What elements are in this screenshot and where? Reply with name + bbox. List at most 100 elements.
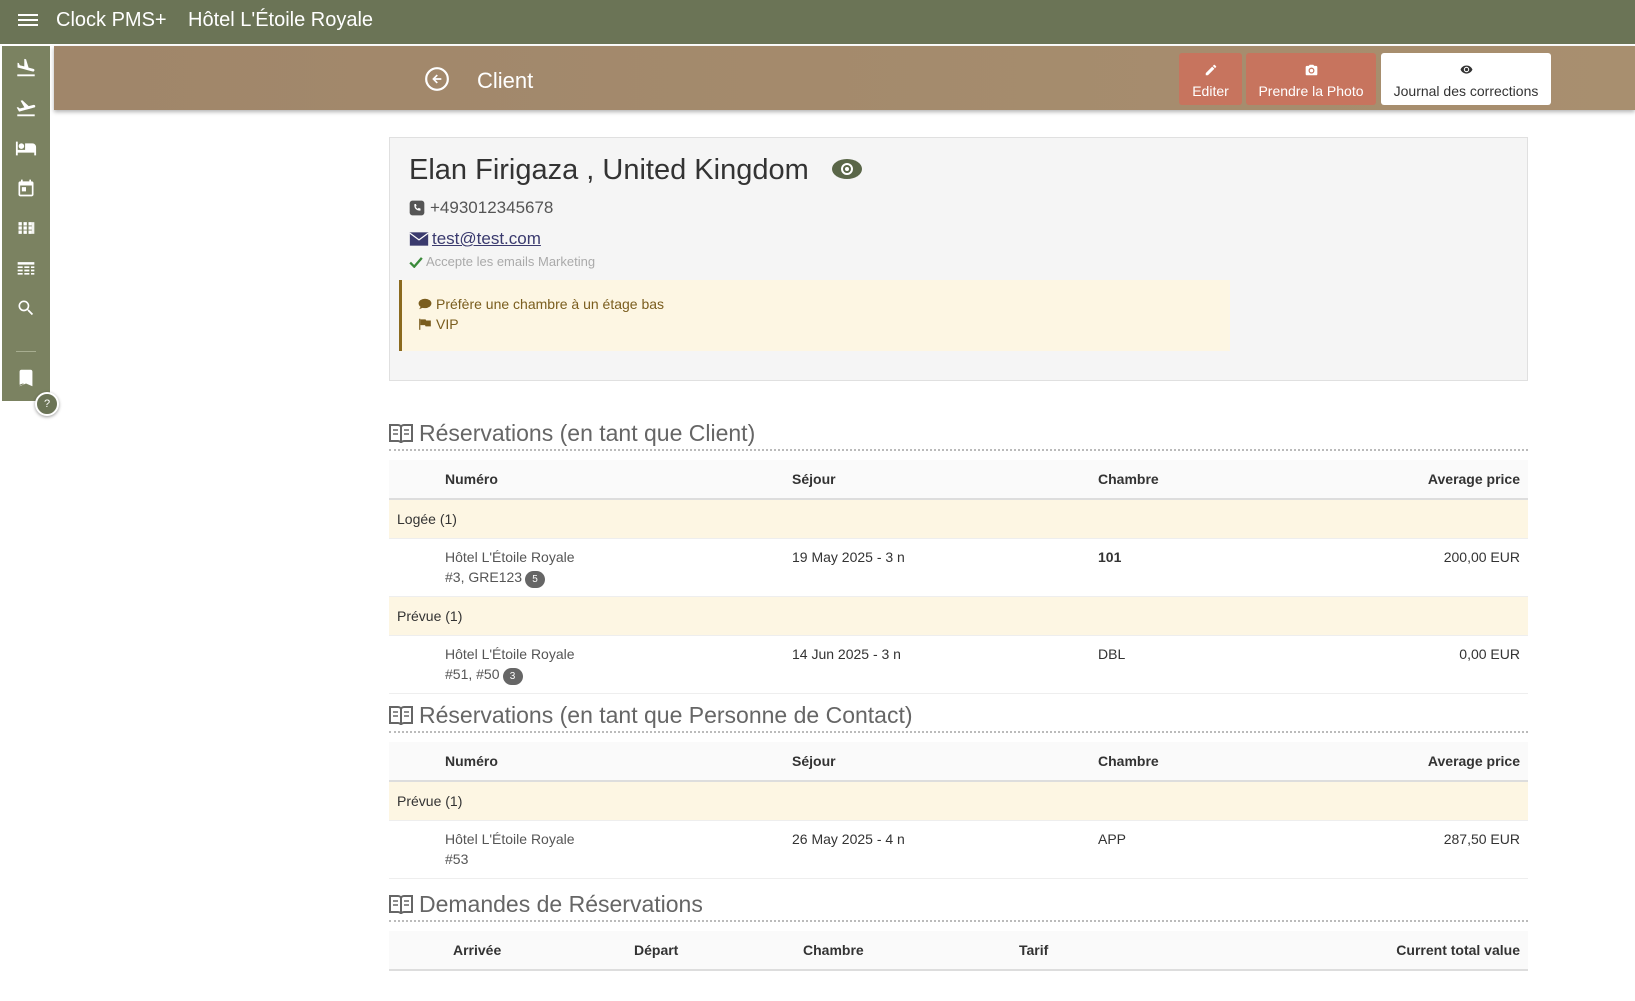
flag-icon	[419, 318, 431, 330]
grid-icon[interactable]	[12, 214, 40, 242]
section-booking-requests: Demandes de Réservations	[389, 891, 1528, 922]
header-number[interactable]: Numéro	[444, 742, 791, 782]
note-text: VIP	[436, 316, 459, 332]
hotel-name: Hôtel L'Étoile Royale	[445, 549, 575, 565]
header-spacer	[389, 931, 452, 971]
menu-icon[interactable]	[18, 11, 38, 33]
average-price: 200,00 EUR	[1377, 538, 1528, 597]
reservation-ref[interactable]: #51, #50	[445, 666, 500, 682]
room: 101	[1097, 538, 1377, 597]
room: APP	[1097, 820, 1377, 879]
header-stay[interactable]: Séjour	[791, 742, 1097, 782]
app-name[interactable]: Clock PMS+	[56, 9, 167, 32]
phone-number: +493012345678	[430, 198, 554, 217]
book-icon	[389, 705, 413, 725]
section-title-text: Réservations (en tant que Personne de Co…	[419, 702, 913, 728]
section-title-text: Réservations (en tant que Client)	[419, 420, 756, 446]
hotel-name: Hôtel L'Étoile Royale	[445, 831, 575, 847]
contact-reservations-table: Numéro Séjour Chambre Average price Prév…	[389, 742, 1528, 879]
reservation-number[interactable]: Hôtel L'Étoile Royale #3, GRE123 5	[444, 538, 791, 597]
group-label: Logée (1)	[389, 499, 1528, 539]
client-phone[interactable]: +493012345678	[409, 198, 553, 218]
table-header-row: Arrivée Départ Chambre Tarif Current tot…	[389, 931, 1528, 971]
reservation-ref[interactable]: #53	[445, 851, 468, 867]
row-spacer	[389, 820, 444, 879]
book-icon	[389, 423, 413, 443]
header-stay[interactable]: Séjour	[791, 460, 1097, 500]
client-notes: Préfère une chambre à un étage bas VIP	[399, 280, 1230, 351]
header-number[interactable]: Numéro	[444, 460, 791, 500]
back-icon[interactable]	[424, 66, 449, 91]
eye-icon[interactable]	[831, 158, 863, 180]
bed-icon[interactable]	[12, 134, 40, 162]
marketing-consent: Accepte les emails Marketing	[409, 254, 595, 269]
reservation-ref[interactable]: #3, GRE123	[445, 569, 522, 585]
envelope-icon	[409, 232, 429, 246]
correction-log-label: Journal des corrections	[1393, 83, 1539, 99]
group-label: Prévue (1)	[389, 596, 1528, 636]
correction-log-button[interactable]: Journal des corrections	[1381, 53, 1551, 105]
header-room[interactable]: Chambre	[1097, 742, 1377, 782]
departures-icon[interactable]	[12, 94, 40, 122]
count-badge: 3	[502, 668, 523, 685]
header-room[interactable]: Chambre	[802, 931, 1018, 971]
client-reservations-table: Numéro Séjour Chambre Average price Logé…	[389, 460, 1528, 694]
page-title: Client	[477, 68, 534, 93]
header-room[interactable]: Chambre	[1097, 460, 1377, 500]
header-average-price[interactable]: Average price	[1377, 460, 1528, 500]
reservation-number[interactable]: Hôtel L'Étoile Royale #53	[444, 820, 791, 879]
eye-icon	[1381, 63, 1551, 79]
client-card: Elan Firigaza , United Kingdom +49301234…	[389, 137, 1528, 381]
top-bar: Clock PMS+ Hôtel L'Étoile Royale	[0, 0, 1635, 44]
list-icon[interactable]	[12, 254, 40, 282]
header-spacer	[389, 460, 444, 500]
reservation-number[interactable]: Hôtel L'Étoile Royale #51, #50 3	[444, 635, 791, 694]
hotel-name[interactable]: Hôtel L'Étoile Royale	[188, 9, 373, 32]
note-text: Préfère une chambre à un étage bas	[436, 296, 665, 312]
hotel-name: Hôtel L'Étoile Royale	[445, 646, 575, 662]
average-price: 0,00 EUR	[1377, 635, 1528, 694]
section-title-text: Demandes de Réservations	[419, 891, 703, 917]
header-current-total-value[interactable]: Current total value	[1218, 931, 1528, 971]
note-item: Préfère une chambre à un étage bas	[418, 296, 1214, 312]
table-row[interactable]: Hôtel L'Étoile Royale #51, #50 3 14 Jun 2…	[389, 635, 1528, 694]
camera-icon	[1246, 63, 1376, 79]
help-icon[interactable]: ?	[35, 392, 59, 416]
header-departure[interactable]: Départ	[633, 931, 802, 971]
group-row: Logée (1)	[389, 499, 1528, 539]
section-client-reservations: Réservations (en tant que Client)	[389, 420, 1528, 451]
arrivals-icon[interactable]	[12, 54, 40, 82]
check-icon	[409, 256, 423, 268]
search-icon[interactable]	[12, 294, 40, 322]
header-arrival[interactable]: Arrivée	[452, 931, 633, 971]
sidebar-divider	[16, 351, 36, 352]
group-row: Prévue (1)	[389, 596, 1528, 636]
count-badge: 5	[525, 571, 546, 588]
stay: 14 Jun 2025 - 3 n	[791, 635, 1097, 694]
take-photo-button[interactable]: Prendre la Photo	[1246, 53, 1376, 105]
row-spacer	[389, 635, 444, 694]
note-item: VIP	[418, 316, 1214, 332]
sidebar	[2, 46, 50, 401]
header-spacer	[389, 742, 444, 782]
group-label: Prévue (1)	[389, 781, 1528, 821]
edit-button[interactable]: Editer	[1179, 53, 1242, 105]
booking-requests-table: Arrivée Départ Chambre Tarif Current tot…	[389, 931, 1528, 971]
marketing-label: Accepte les emails Marketing	[426, 254, 596, 269]
phone-icon	[409, 200, 425, 216]
email-link[interactable]: test@test.com	[432, 229, 541, 249]
group-row: Prévue (1)	[389, 781, 1528, 821]
table-header-row: Numéro Séjour Chambre Average price	[389, 460, 1528, 500]
row-spacer	[389, 538, 444, 597]
calendar-icon[interactable]	[12, 174, 40, 202]
book-icon	[389, 894, 413, 914]
header-average-price[interactable]: Average price	[1377, 742, 1528, 782]
bookmark-icon[interactable]	[12, 364, 40, 392]
client-email[interactable]: test@test.com	[409, 229, 541, 249]
take-photo-label: Prendre la Photo	[1258, 83, 1364, 99]
table-row[interactable]: Hôtel L'Étoile Royale #53 26 May 2025 - …	[389, 820, 1528, 879]
comment-icon	[418, 298, 432, 310]
table-row[interactable]: Hôtel L'Étoile Royale #3, GRE123 5 19 May…	[389, 538, 1528, 597]
average-price: 287,50 EUR	[1377, 820, 1528, 879]
header-rate[interactable]: Tarif	[1018, 931, 1218, 971]
